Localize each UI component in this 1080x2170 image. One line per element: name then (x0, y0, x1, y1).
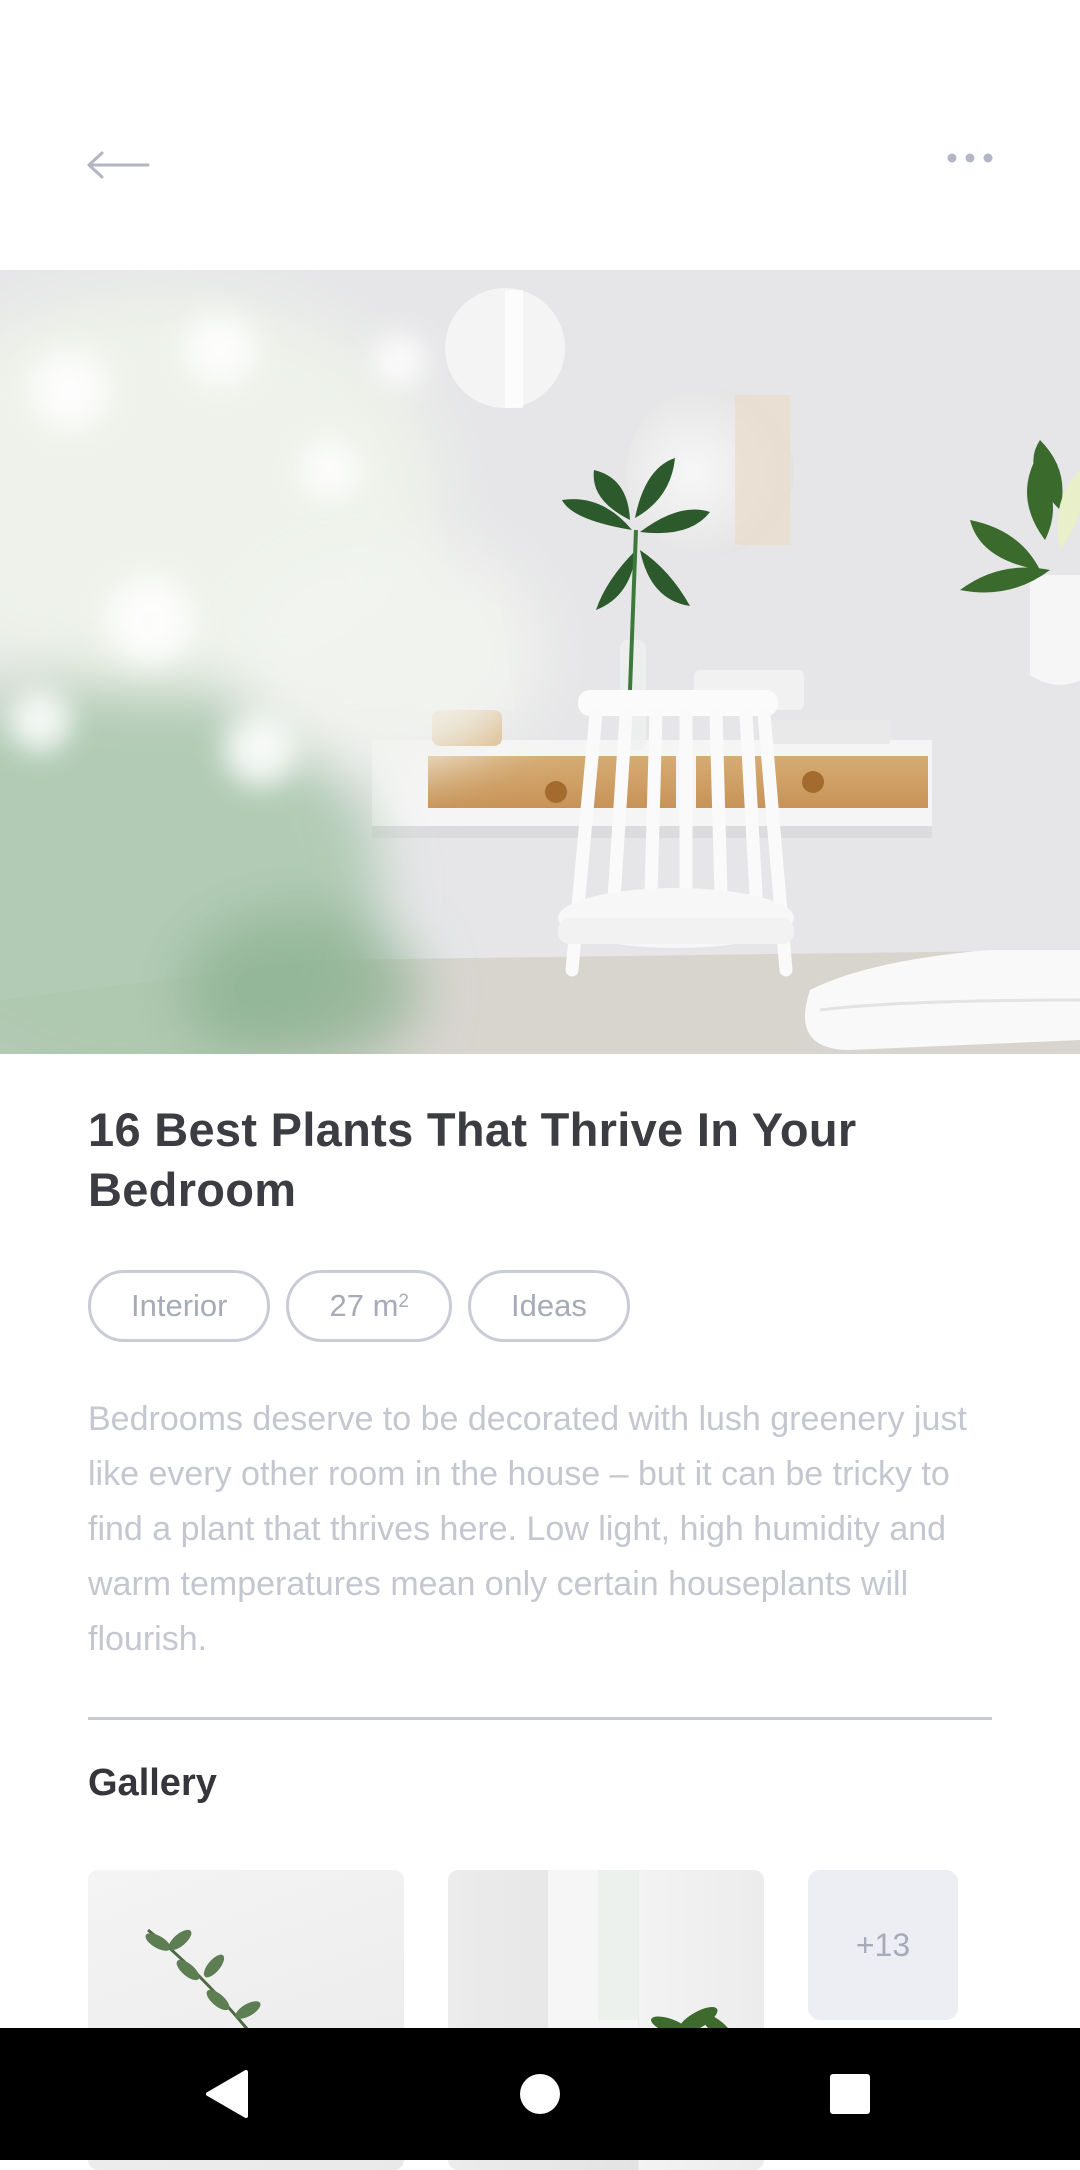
more-count: +13 (855, 1926, 911, 1963)
more-options-button[interactable] (930, 130, 1010, 186)
gallery-more-button[interactable]: +13 (808, 1870, 958, 2020)
article-content: 16 Best Plants That Thrive In Your Bedro… (88, 1100, 992, 1805)
triangle-back-icon (206, 2070, 248, 2118)
square-recents-icon (830, 2074, 870, 2114)
arrow-left-icon (87, 151, 150, 179)
tag-label: 27 m (329, 1288, 399, 1323)
system-home-button[interactable] (500, 2054, 580, 2134)
bedroom-photo (0, 270, 1080, 1054)
system-navigation-bar (0, 2028, 1080, 2160)
hero-image (0, 270, 1080, 1054)
system-recents-button[interactable] (810, 2054, 890, 2134)
article-description: Bedrooms deserve to be decorated with lu… (88, 1400, 967, 1658)
article-title: 16 Best Plants That Thrive In Your Bedro… (88, 1103, 857, 1216)
gallery-heading: Gallery (88, 1762, 217, 1804)
divider (88, 1717, 992, 1720)
tag-list: Interior 27 m2 Ideas (88, 1270, 992, 1342)
tag-interior[interactable]: Interior (88, 1270, 271, 1342)
tag-area[interactable]: 27 m2 (286, 1270, 452, 1342)
circle-home-icon (520, 2074, 560, 2114)
app-header (0, 0, 1080, 270)
tag-ideas[interactable]: Ideas (467, 1270, 630, 1342)
tag-superscript: 2 (398, 1291, 409, 1312)
tag-label: Ideas (510, 1288, 587, 1323)
gallery: +13 (88, 1870, 992, 2170)
back-button[interactable] (78, 140, 158, 190)
system-back-button[interactable] (186, 2054, 266, 2134)
more-horizontal-icon (947, 153, 993, 163)
tag-label: Interior (131, 1288, 228, 1323)
